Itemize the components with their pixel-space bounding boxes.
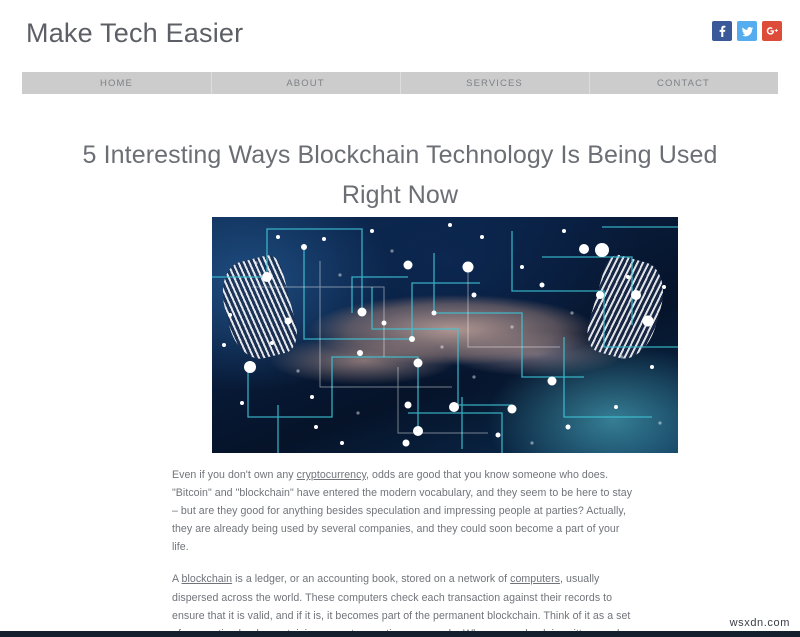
paragraph-1-text-1: Even if you don't own any — [172, 469, 297, 481]
article-body: Even if you don't own any cryptocurrency… — [172, 466, 638, 637]
social-links — [712, 21, 782, 41]
nav-item-about[interactable]: ABOUT — [211, 72, 400, 94]
paragraph-2-text-1: A — [172, 573, 182, 586]
paragraph-2-text-2: is a ledger, or an accounting book, stor… — [232, 573, 511, 586]
watermark: wsxdn.com — [729, 617, 790, 629]
nav-item-services[interactable]: SERVICES — [400, 72, 589, 94]
paragraph-1-text-2: , odds are good that you know someone wh… — [172, 469, 633, 554]
twitter-icon[interactable] — [737, 21, 757, 41]
google-plus-icon[interactable] — [762, 21, 782, 41]
blockchain-link[interactable]: blockchain — [182, 573, 233, 585]
computers-link[interactable]: computers — [510, 573, 560, 585]
main-navigation: HOME ABOUT SERVICES CONTACT — [22, 72, 778, 94]
bottom-strip — [0, 631, 800, 637]
paragraph-2: A blockchain is a ledger, or an accounti… — [172, 570, 638, 637]
site-title: Make Tech Easier — [26, 18, 244, 48]
paragraph-1: Even if you don't own any cryptocurrency… — [172, 466, 638, 556]
site-header: Make Tech Easier — [0, 0, 800, 68]
webpage-root: Make Tech Easier HOME ABOUT SERVICES CON… — [0, 0, 800, 637]
article-title: 5 Interesting Ways Blockchain Technology… — [82, 140, 718, 209]
cryptocurrency-link[interactable]: cryptocurrency — [297, 469, 366, 481]
nav-item-contact[interactable]: CONTACT — [589, 72, 778, 94]
facebook-icon[interactable] — [712, 21, 732, 41]
nav-item-home[interactable]: HOME — [22, 72, 211, 94]
blockchain-handshake-image — [212, 217, 678, 453]
network-nodes-overlay — [222, 223, 666, 447]
